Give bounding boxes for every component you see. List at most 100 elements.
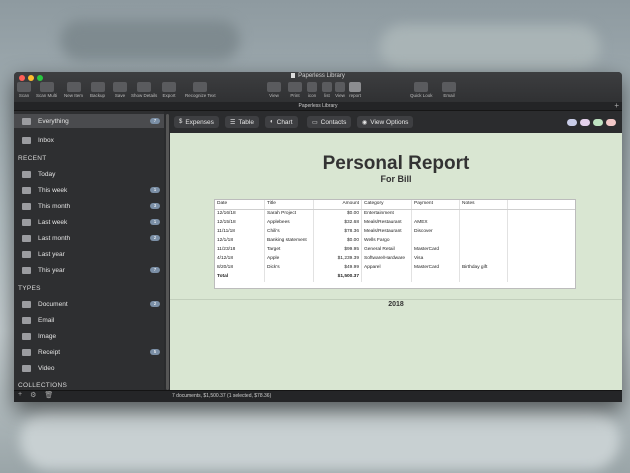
- cell-payment: [412, 237, 460, 246]
- show-details-button[interactable]: Show Details: [131, 82, 157, 98]
- export-button[interactable]: Export: [162, 82, 176, 98]
- document-icon: [22, 300, 31, 308]
- sidebar-item-today[interactable]: Today: [14, 167, 164, 181]
- recognize-text-button[interactable]: Recognize Text: [185, 82, 216, 98]
- color-dot-green[interactable]: [593, 119, 603, 126]
- folder-icon: [22, 202, 31, 210]
- backup-icon: [90, 82, 105, 92]
- image-icon: [22, 332, 31, 340]
- cell-title: [265, 273, 314, 282]
- cell-title: Apple: [265, 255, 314, 264]
- sidebar-item-label: Inbox: [38, 136, 54, 144]
- cell-notes: [460, 255, 508, 264]
- table-row[interactable]: 4/12/18 Apple $1,239.39 Software/Hardware Vi…: [215, 255, 575, 264]
- sidebar-item-label: This year: [38, 266, 65, 274]
- sidebar-item-receipt[interactable]: Receipt 5: [14, 345, 164, 359]
- cell-extra: [508, 246, 575, 255]
- cell-payment: [412, 210, 460, 219]
- report-subtitle: For Bill: [380, 174, 412, 184]
- cell-title: Applebees: [265, 219, 314, 228]
- column-header-date: Date: [215, 200, 265, 209]
- table-row[interactable]: 8/20/18 Dick's $49.99 Apparel MasterCard Birt…: [215, 264, 575, 273]
- cell-total-label: Total: [215, 273, 265, 282]
- trash-icon[interactable]: 🗑: [44, 391, 53, 399]
- scan-multi-button[interactable]: Scan Multi: [36, 82, 57, 98]
- save-button[interactable]: Save: [113, 82, 127, 98]
- sidebar-item-this-year[interactable]: This year 7: [14, 263, 164, 277]
- save-icon: [113, 82, 127, 92]
- view-options-button[interactable]: ◉ View Options: [357, 116, 414, 128]
- sidebar-item-label: Everything: [38, 117, 69, 125]
- list-view-button[interactable]: list: [322, 82, 332, 98]
- pie-chart-icon: ◐: [270, 119, 274, 125]
- color-dot-blue[interactable]: [567, 119, 577, 126]
- cell-title: Chili's: [265, 228, 314, 237]
- scan-button[interactable]: Scan: [17, 82, 31, 98]
- view-button[interactable]: View: [267, 82, 281, 98]
- window-title: Paperless Library: [14, 73, 622, 79]
- sidebar-item-image[interactable]: Image: [14, 329, 164, 343]
- table-row[interactable]: 11/11/18 Chili's $78.36 Meals/Restaurant Dis…: [215, 228, 575, 237]
- dollar-icon: $: [179, 119, 183, 125]
- expenses-button[interactable]: $ Expenses: [174, 116, 219, 128]
- chart-button[interactable]: ◐ Chart: [265, 116, 298, 128]
- sidebar-item-last-week[interactable]: Last week 1: [14, 215, 164, 229]
- document-icon: [291, 73, 296, 78]
- backup-button[interactable]: Backup: [90, 82, 105, 98]
- sidebar-item-video[interactable]: Video: [14, 361, 164, 375]
- eye-icon: [414, 82, 429, 92]
- cell-date: 12/1/18: [215, 237, 265, 246]
- cell-category: Meals/Restaurant: [362, 219, 412, 228]
- report-view-button[interactable]: report: [349, 82, 361, 98]
- color-dot-purple[interactable]: [580, 119, 590, 126]
- sidebar-item-this-month[interactable]: This month 3: [14, 199, 164, 213]
- gear-icon[interactable]: ⚙: [30, 391, 36, 399]
- cell-date: 4/12/18: [215, 255, 265, 264]
- table-button[interactable]: ☰ Table: [225, 116, 259, 128]
- report-icon: [349, 82, 361, 92]
- sidebar-item-last-month[interactable]: Last month 2: [14, 231, 164, 245]
- background-blur: [20, 410, 620, 470]
- count-badge: 7: [150, 118, 160, 124]
- view-toggle-button[interactable]: View: [335, 82, 345, 98]
- status-bar: + ⚙ 🗑 7 documents, $1,500.37 (1 selected…: [14, 390, 622, 402]
- quick-look-label: Quick Look: [410, 93, 433, 98]
- cell-date: 11/11/18: [215, 228, 265, 237]
- cell-extra: [508, 273, 575, 282]
- sidebar-item-label: This week: [38, 186, 68, 194]
- cell-category: Apparel: [362, 264, 412, 273]
- table-icon: ☰: [230, 119, 236, 126]
- table-row[interactable]: 11/23/18 Target $99.95 General Retail Master…: [215, 246, 575, 255]
- sidebar-item-email[interactable]: Email: [14, 313, 164, 327]
- add-icon[interactable]: +: [18, 391, 22, 399]
- table-row[interactable]: 12/16/18 Sarah Project $0.00 Entertainment: [215, 210, 575, 219]
- cell-category: Entertainment: [362, 210, 412, 219]
- color-dot-red[interactable]: [606, 119, 616, 126]
- cell-date: 8/20/18: [215, 264, 265, 273]
- sidebar-scrollbar[interactable]: [166, 114, 169, 390]
- email-label: Email: [443, 93, 455, 98]
- count-badge: 5: [150, 349, 160, 355]
- sidebar-item-everything[interactable]: Everything 7: [14, 114, 164, 128]
- sidebar-item-last-year[interactable]: Last year: [14, 247, 164, 261]
- new-item-label: New Item: [64, 93, 84, 98]
- icon-view-button[interactable]: icon: [307, 82, 317, 98]
- cell-notes: [460, 273, 508, 282]
- new-item-button[interactable]: New Item: [64, 82, 83, 98]
- quick-look-button[interactable]: Quick Look: [410, 82, 433, 98]
- cell-amount: $49.99: [314, 264, 362, 273]
- sidebar-item-inbox[interactable]: Inbox: [14, 133, 164, 147]
- sidebar-item-document[interactable]: Document 2: [14, 297, 164, 311]
- table-row[interactable]: 12/1/18 Banking statement $0.00 Wells Fargo: [215, 237, 575, 246]
- email-button[interactable]: Email: [442, 82, 456, 98]
- cell-extra: [508, 255, 575, 264]
- sidebar-item-this-week[interactable]: This week 1: [14, 183, 164, 197]
- receipt-icon: [22, 348, 31, 356]
- sidebar-item-label: Last week: [38, 218, 68, 226]
- print-button[interactable]: Print: [288, 82, 302, 98]
- table-row[interactable]: 12/15/18 Applebees $32.68 Meals/Restaurant A…: [215, 219, 575, 228]
- add-tab-button[interactable]: +: [614, 101, 619, 110]
- contacts-button[interactable]: ▭ Contacts: [307, 116, 352, 128]
- icon-view-label: icon: [307, 93, 317, 98]
- inbox-icon: [22, 136, 31, 144]
